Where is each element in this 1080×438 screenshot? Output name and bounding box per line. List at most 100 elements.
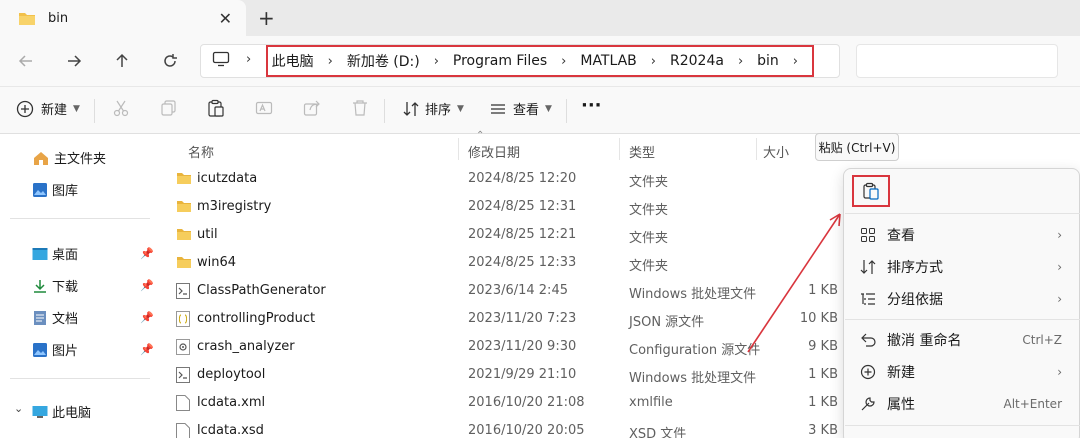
sidebar-item-gallery[interactable]: 图库 <box>32 180 78 199</box>
computer-icon[interactable] <box>212 51 230 67</box>
undo-icon <box>858 332 878 348</box>
chevron-down-icon[interactable]: ⌄ <box>14 402 23 415</box>
file-name: lcdata.xsd <box>197 423 264 438</box>
menu-item-new[interactable]: 新建 › <box>858 358 1078 386</box>
chevron-right-icon[interactable]: › <box>246 52 251 67</box>
tab-bin[interactable]: bin ✕ <box>0 0 246 36</box>
menu-item-sort-by[interactable]: 排序方式 › <box>858 253 1078 281</box>
folder-icon <box>176 227 192 241</box>
pin-icon[interactable]: 📌 <box>140 279 154 292</box>
breadcrumb-item-bin[interactable]: bin <box>757 53 779 69</box>
sort-button[interactable]: 排序 ▼ <box>402 99 464 118</box>
pin-icon[interactable]: 📌 <box>140 247 154 260</box>
paste-icon[interactable] <box>207 99 225 117</box>
sidebar-item-this-pc[interactable]: 此电脑 <box>32 402 91 421</box>
refresh-icon[interactable] <box>157 48 183 74</box>
file-name: crash_analyzer <box>197 339 295 354</box>
shortcut-label: Ctrl+Z <box>1022 333 1062 347</box>
paste-icon <box>862 182 880 200</box>
sidebar-item-desktop[interactable]: 桌面 <box>32 244 78 263</box>
menu-item-label: 新建 <box>887 365 915 381</box>
folder-icon <box>176 171 192 185</box>
group-icon <box>858 291 878 307</box>
document-icon <box>32 310 48 326</box>
file-date: 2024/8/25 12:33 <box>468 255 577 270</box>
column-header-size[interactable]: 大小 <box>763 142 789 161</box>
menu-item-label: 属性 <box>887 397 915 413</box>
chevron-right-icon[interactable]: › <box>434 54 439 69</box>
sidebar-label: 文档 <box>52 312 79 327</box>
menu-item-label: 查看 <box>887 228 915 244</box>
gallery-icon <box>32 182 48 198</box>
chevron-right-icon[interactable]: › <box>328 54 333 69</box>
add-icon <box>16 100 34 118</box>
column-resize-handle[interactable] <box>756 138 757 160</box>
close-tab-icon[interactable]: ✕ <box>219 9 232 28</box>
delete-icon[interactable] <box>351 99 369 117</box>
config-file-icon <box>176 339 190 355</box>
share-icon[interactable] <box>303 99 321 117</box>
sort-icon <box>858 259 878 275</box>
menu-item-view[interactable]: 查看 › <box>858 221 1078 249</box>
chevron-right-icon[interactable]: › <box>738 54 743 69</box>
copy-icon[interactable] <box>160 99 178 117</box>
file-name: util <box>197 227 218 242</box>
file-type: 文件夹 <box>629 259 669 274</box>
search-input[interactable] <box>856 44 1058 78</box>
column-resize-handle[interactable] <box>458 138 459 160</box>
file-row[interactable]: deploytool 2021/9/29 21:10 Windows 批处理文件… <box>160 361 850 389</box>
breadcrumb-item-program-files[interactable]: Program Files <box>453 53 547 69</box>
file-icon <box>176 423 190 438</box>
up-icon[interactable] <box>109 48 135 74</box>
divider <box>566 99 567 123</box>
pin-icon[interactable]: 📌 <box>140 343 154 356</box>
paste-button[interactable] <box>852 175 890 207</box>
new-button[interactable]: 新建 ▼ <box>16 99 80 118</box>
menu-item-label: 分组依据 <box>887 292 943 308</box>
chevron-down-icon: ▼ <box>73 103 80 114</box>
menu-item-undo-rename[interactable]: 撤消 重命名 Ctrl+Z <box>858 326 1078 354</box>
sidebar-item-downloads[interactable]: 下载 <box>32 276 78 295</box>
annotation-arrow <box>747 213 841 353</box>
pin-icon[interactable]: 📌 <box>140 311 154 324</box>
menu-item-properties[interactable]: 属性 Alt+Enter <box>858 390 1078 418</box>
file-row[interactable]: lcdata.xsd 2016/10/20 20:05 XSD 文件 3 KB <box>160 417 850 438</box>
folder-icon <box>18 11 36 26</box>
column-header-date[interactable]: 修改日期 <box>468 142 520 161</box>
sidebar-item-documents[interactable]: 文档 <box>32 308 78 327</box>
new-tab-button[interactable]: + <box>258 6 275 30</box>
back-icon[interactable] <box>13 48 39 74</box>
breadcrumb-item-r2024a[interactable]: R2024a <box>670 53 724 69</box>
cut-icon[interactable] <box>112 99 130 117</box>
download-icon <box>32 278 48 294</box>
file-size: 1 KB <box>808 395 838 410</box>
file-date: 2016/10/20 20:05 <box>468 423 585 438</box>
column-header-type[interactable]: 类型 <box>629 142 655 161</box>
sidebar-item-home[interactable]: 主文件夹 <box>32 148 106 167</box>
file-name: ClassPathGenerator <box>197 283 326 298</box>
more-options-icon[interactable]: ··· <box>581 95 602 116</box>
folder-icon <box>176 255 192 269</box>
breadcrumb-item-drive-d[interactable]: 新加卷 (D:) <box>347 51 420 71</box>
file-type: xmlfile <box>629 395 673 410</box>
file-row[interactable]: icutzdata 2024/8/25 12:20 文件夹 <box>160 165 850 193</box>
menu-item-group-by[interactable]: 分组依据 › <box>858 285 1078 313</box>
batch-file-icon <box>176 367 190 383</box>
file-name: win64 <box>197 255 237 270</box>
breadcrumb-item-this-pc[interactable]: 此电脑 <box>272 51 314 71</box>
sidebar-item-pictures[interactable]: 图片 <box>32 340 78 359</box>
rename-icon[interactable] <box>255 99 273 117</box>
chevron-down-icon: ▼ <box>545 103 552 114</box>
chevron-right-icon[interactable]: › <box>793 54 798 69</box>
column-resize-handle[interactable] <box>619 138 620 160</box>
chevron-right-icon[interactable]: › <box>561 54 566 69</box>
view-button[interactable]: 查看 ▼ <box>489 99 552 118</box>
file-row[interactable]: lcdata.xml 2016/10/20 21:08 xmlfile 1 KB <box>160 389 850 417</box>
file-date: 2023/11/20 9:30 <box>468 339 577 354</box>
forward-icon[interactable] <box>61 48 87 74</box>
chevron-right-icon[interactable]: › <box>651 54 656 69</box>
menu-divider <box>845 425 1080 426</box>
column-header-name[interactable]: 名称 <box>188 142 214 161</box>
sidebar-label: 此电脑 <box>52 406 92 421</box>
breadcrumb-item-matlab[interactable]: MATLAB <box>580 53 636 69</box>
